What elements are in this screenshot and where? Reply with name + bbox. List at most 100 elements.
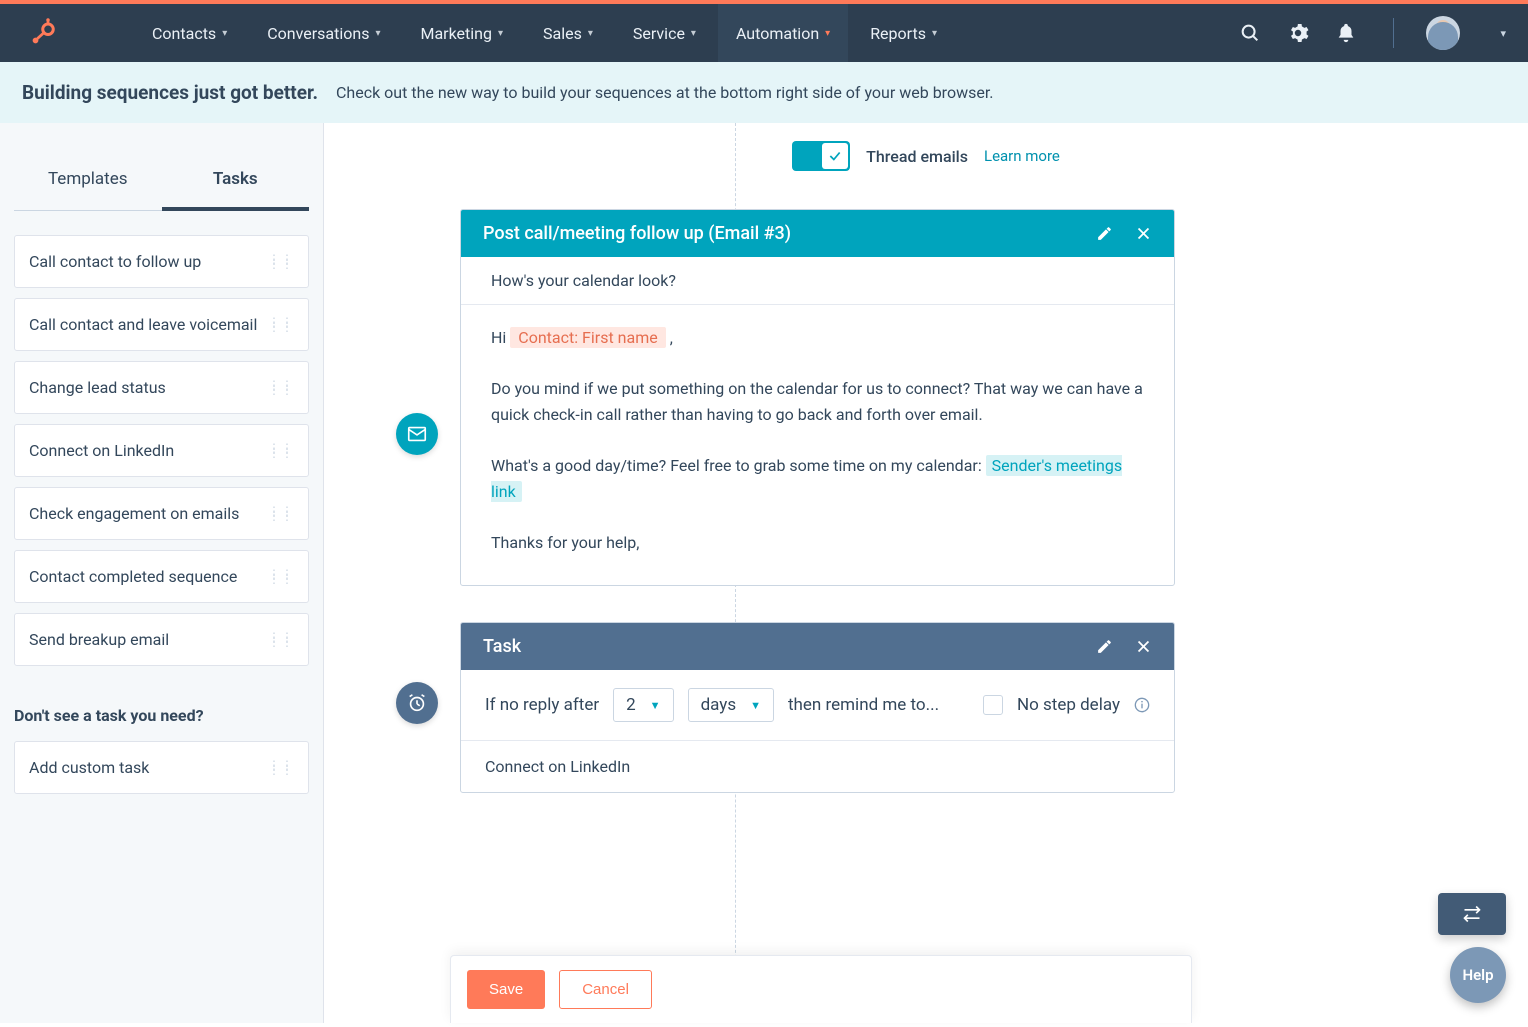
task-template-card[interactable]: Change lead status ⋮⋮⋮⋮ xyxy=(14,361,309,414)
thread-emails-row: Thread emails Learn more xyxy=(324,123,1528,201)
then-remind-label: then remind me to... xyxy=(788,695,939,715)
email-paragraph-1: Do you mind if we put something on the c… xyxy=(491,376,1144,427)
email-body[interactable]: Hi Contact: First name , Do you mind if … xyxy=(461,305,1174,585)
drag-handle-icon[interactable]: ⋮⋮⋮⋮ xyxy=(268,572,294,582)
alarm-clock-icon xyxy=(406,692,428,714)
drag-handle-icon[interactable]: ⋮⋮⋮⋮ xyxy=(268,635,294,645)
nav-item-contacts[interactable]: Contacts ▾ xyxy=(134,4,245,62)
nav-divider xyxy=(1393,18,1394,48)
nav-item-sales[interactable]: Sales ▾ xyxy=(525,4,611,62)
tab-tasks[interactable]: Tasks xyxy=(162,153,310,211)
chevron-down-icon: ▾ xyxy=(691,28,696,39)
thread-emails-toggle[interactable] xyxy=(792,141,850,171)
drag-handle-icon[interactable]: ⋮⋮⋮⋮ xyxy=(268,446,294,456)
email-greeting-prefix: Hi xyxy=(491,328,510,347)
no-step-delay-checkbox[interactable] xyxy=(983,695,1003,715)
delay-unit-select[interactable]: days ▼ xyxy=(688,688,774,722)
announcement-banner: Building sequences just got better. Chec… xyxy=(0,62,1528,123)
check-icon xyxy=(828,149,842,163)
chevron-down-icon[interactable]: ▾ xyxy=(1500,27,1506,40)
task-name-value: Connect on LinkedIn xyxy=(485,757,630,776)
nav-item-service[interactable]: Service ▾ xyxy=(615,4,714,62)
sidebar-custom-heading: Don't see a task you need? xyxy=(14,706,309,725)
task-step: Task If no reply after 2 ▼ days ▼ xyxy=(460,622,1175,793)
nav-item-label: Reports xyxy=(870,24,926,43)
drag-handle-icon[interactable]: ⋮⋮⋮⋮ xyxy=(268,320,294,330)
swap-view-button[interactable] xyxy=(1438,893,1506,935)
toggle-knob xyxy=(822,143,848,169)
task-template-card[interactable]: Call contact to follow up ⋮⋮⋮⋮ xyxy=(14,235,309,288)
hubspot-logo[interactable] xyxy=(28,18,88,48)
task-template-label: Connect on LinkedIn xyxy=(29,441,174,460)
cancel-button[interactable]: Cancel xyxy=(559,970,652,1009)
caret-down-icon: ▼ xyxy=(750,699,761,712)
email-subject[interactable]: How's your calendar look? xyxy=(461,257,1174,305)
nav-item-label: Contacts xyxy=(152,24,216,43)
search-icon[interactable] xyxy=(1239,22,1261,44)
task-template-card[interactable]: Call contact and leave voicemail ⋮⋮⋮⋮ xyxy=(14,298,309,351)
add-custom-task-label: Add custom task xyxy=(29,758,149,777)
tab-templates[interactable]: Templates xyxy=(14,153,162,210)
email-greeting-suffix: , xyxy=(670,328,673,347)
add-custom-task-card[interactable]: Add custom task ⋮⋮⋮⋮ xyxy=(14,741,309,794)
mail-step-icon xyxy=(396,413,438,455)
delay-amount-select[interactable]: 2 ▼ xyxy=(613,688,673,722)
sequence-sidebar: Templates Tasks Call contact to follow u… xyxy=(0,123,324,1023)
task-card-header: Task xyxy=(461,623,1174,670)
drag-handle-icon[interactable]: ⋮⋮⋮⋮ xyxy=(268,763,294,773)
nav-item-reports[interactable]: Reports ▾ xyxy=(852,4,955,62)
email-step: Post call/meeting follow up (Email #3) H… xyxy=(460,209,1175,586)
save-button[interactable]: Save xyxy=(467,970,545,1009)
avatar[interactable] xyxy=(1426,16,1460,50)
main-navbar: Contacts ▾ Conversations ▾ Marketing ▾ S… xyxy=(0,4,1528,62)
no-step-delay-label: No step delay xyxy=(1017,695,1120,715)
nav-item-label: Conversations xyxy=(267,24,369,43)
nav-utility-group: ▾ xyxy=(1239,16,1506,50)
task-template-label: Contact completed sequence xyxy=(29,567,237,586)
info-icon[interactable] xyxy=(1134,697,1150,713)
task-card-title: Task xyxy=(483,636,521,657)
banner-title: Building sequences just got better. xyxy=(22,81,318,104)
drag-handle-icon[interactable]: ⋮⋮⋮⋮ xyxy=(268,383,294,393)
save-cancel-bar: Save Cancel xyxy=(450,955,1192,1023)
chevron-down-icon: ▾ xyxy=(588,28,593,39)
nav-item-conversations[interactable]: Conversations ▾ xyxy=(249,4,398,62)
drag-handle-icon[interactable]: ⋮⋮⋮⋮ xyxy=(268,509,294,519)
task-template-card[interactable]: Connect on LinkedIn ⋮⋮⋮⋮ xyxy=(14,424,309,477)
close-icon[interactable] xyxy=(1135,225,1152,242)
help-label: Help xyxy=(1462,966,1493,984)
task-template-label: Call contact and leave voicemail xyxy=(29,315,257,334)
if-no-reply-label: If no reply after xyxy=(485,695,599,715)
chevron-down-icon: ▾ xyxy=(222,28,227,39)
nav-item-label: Service xyxy=(633,24,685,43)
nav-item-automation[interactable]: Automation ▾ xyxy=(718,4,848,62)
task-card: Task If no reply after 2 ▼ days ▼ xyxy=(460,622,1175,793)
pencil-icon[interactable] xyxy=(1096,638,1113,655)
task-template-label: Send breakup email xyxy=(29,630,169,649)
contact-first-name-token[interactable]: Contact: First name xyxy=(510,327,665,348)
task-template-card[interactable]: Send breakup email ⋮⋮⋮⋮ xyxy=(14,613,309,666)
thread-emails-label: Thread emails xyxy=(866,147,968,166)
banner-body: Check out the new way to build your sequ… xyxy=(336,83,994,102)
email-card: Post call/meeting follow up (Email #3) H… xyxy=(460,209,1175,586)
nav-item-marketing[interactable]: Marketing ▾ xyxy=(402,4,521,62)
thread-learn-more-link[interactable]: Learn more xyxy=(984,147,1060,165)
sidebar-tabs: Templates Tasks xyxy=(14,153,309,211)
task-name-field[interactable]: Connect on LinkedIn xyxy=(461,741,1174,792)
task-template-card[interactable]: Check engagement on emails ⋮⋮⋮⋮ xyxy=(14,487,309,540)
task-delay-row: If no reply after 2 ▼ days ▼ then remind… xyxy=(461,670,1174,741)
task-template-card[interactable]: Contact completed sequence ⋮⋮⋮⋮ xyxy=(14,550,309,603)
chevron-down-icon: ▾ xyxy=(825,28,830,39)
task-template-label: Change lead status xyxy=(29,378,166,397)
email-card-title: Post call/meeting follow up (Email #3) xyxy=(483,223,791,244)
chevron-down-icon: ▾ xyxy=(375,28,380,39)
close-icon[interactable] xyxy=(1135,638,1152,655)
swap-icon xyxy=(1462,904,1482,924)
bell-icon[interactable] xyxy=(1335,22,1357,44)
mail-icon xyxy=(406,423,428,445)
help-button[interactable]: Help xyxy=(1450,947,1506,1003)
pencil-icon[interactable] xyxy=(1096,225,1113,242)
drag-handle-icon[interactable]: ⋮⋮⋮⋮ xyxy=(268,257,294,267)
gear-icon[interactable] xyxy=(1287,22,1309,44)
task-template-label: Call contact to follow up xyxy=(29,252,201,271)
